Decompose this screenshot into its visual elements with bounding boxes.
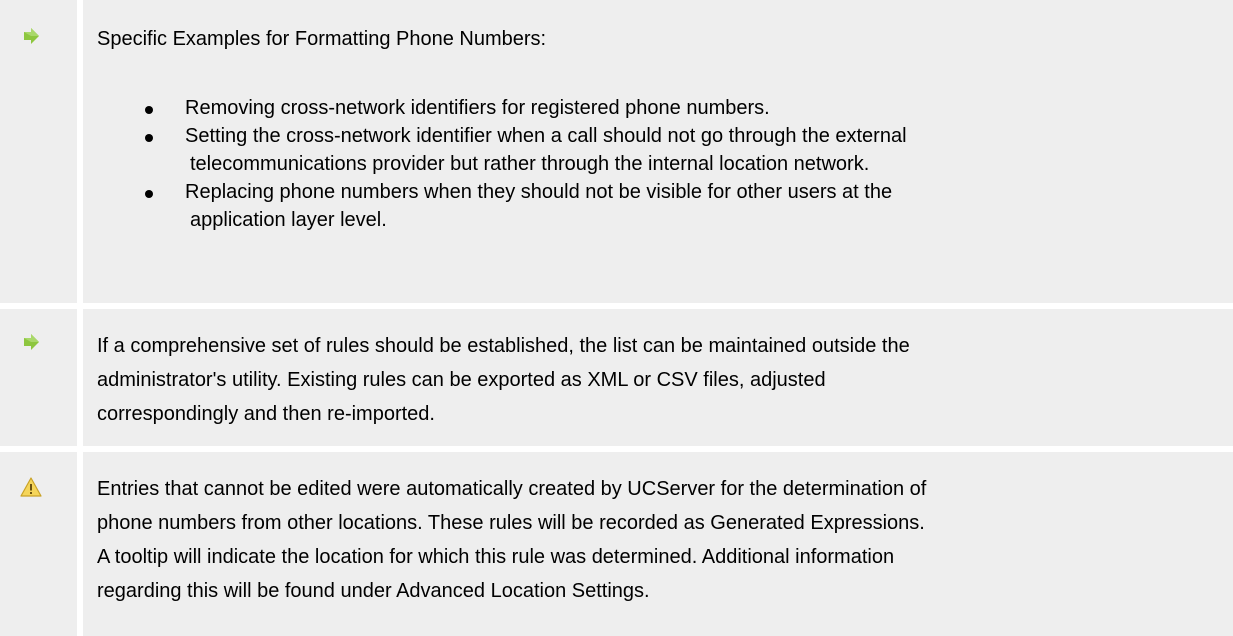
list-item-text: Setting the cross-network identifier whe… — [185, 125, 907, 147]
list-item: Replacing phone numbers when they should… — [97, 178, 1213, 234]
note-heading: Specific Examples for Formatting Phone N… — [97, 28, 547, 50]
note-formatting-examples: Specific Examples for Formatting Phone N… — [0, 0, 1233, 303]
bullet-icon — [145, 106, 153, 114]
note-line: phone numbers from other locations. Thes… — [97, 512, 925, 534]
note-divider — [77, 452, 83, 636]
note-content: Specific Examples for Formatting Phone N… — [97, 24, 1213, 234]
examples-list: Removing cross-network identifiers for r… — [97, 94, 1213, 234]
bullet-icon — [145, 190, 153, 198]
note-line: Entries that cannot be edited were autom… — [97, 478, 927, 500]
notes-container: Specific Examples for Formatting Phone N… — [0, 0, 1233, 636]
note-content: Entries that cannot be edited were autom… — [97, 472, 1213, 608]
green-arrow-icon — [20, 25, 42, 47]
note-line: If a comprehensive set of rules should b… — [97, 335, 910, 357]
list-item-text: Removing cross-network identifiers for r… — [185, 97, 770, 119]
note-divider — [77, 0, 83, 303]
list-item-text-continued: application layer level. — [190, 209, 387, 231]
note-line: correspondingly and then re-imported. — [97, 403, 435, 425]
warning-icon — [20, 476, 42, 498]
note-content: If a comprehensive set of rules should b… — [97, 329, 1213, 431]
note-export-rules: If a comprehensive set of rules should b… — [0, 309, 1233, 446]
note-line: A tooltip will indicate the location for… — [97, 546, 895, 568]
note-generated-expressions-warning: Entries that cannot be edited were autom… — [0, 452, 1233, 636]
note-line: administrator's utility. Existing rules … — [97, 369, 826, 391]
green-arrow-icon — [20, 331, 42, 353]
list-item: Removing cross-network identifiers for r… — [97, 94, 1213, 122]
note-line: regarding this will be found under Advan… — [97, 580, 650, 602]
list-item-text-continued: telecommunications provider but rather t… — [190, 153, 870, 175]
list-item-text: Replacing phone numbers when they should… — [185, 181, 893, 203]
list-item: Setting the cross-network identifier whe… — [97, 122, 1213, 178]
bullet-icon — [145, 134, 153, 142]
note-divider — [77, 309, 83, 446]
